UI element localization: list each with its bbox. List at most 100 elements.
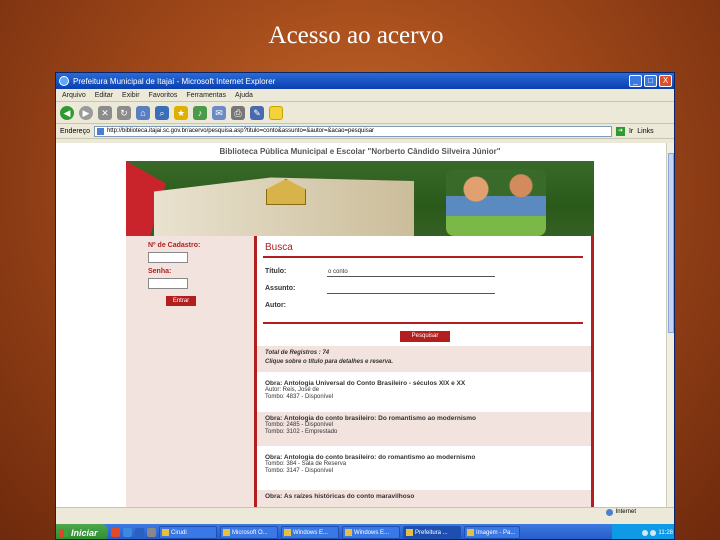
search-button[interactable]: Pesquisar [400,331,450,342]
result-item: Obra: Antologia do conto brasileiro: Do … [257,412,591,446]
menu-arquivo[interactable]: Arquivo [62,92,86,99]
address-bar: Endereço http://biblioteca.itajai.sc.gov… [56,124,674,139]
browser-window: Prefeitura Municipal de Itajaí - Microso… [55,72,675,540]
edit-icon[interactable]: ✎ [250,105,264,120]
paint-icon [467,529,474,536]
login-sidebar: Nº de Cadastro: Senha: Entrar [126,236,246,507]
task-label: Microsoft O... [232,529,268,536]
title-bar[interactable]: Prefeitura Municipal de Itajaí - Microso… [56,73,674,89]
task-label: Imagem - Pa... [476,529,516,536]
library-site: Biblioteca Pública Municipal e Escolar "… [126,143,594,507]
quicklaunch-media-icon[interactable] [135,528,144,537]
menu-favoritos[interactable]: Favoritos [149,92,178,99]
tray-network-icon[interactable] [642,529,649,536]
task-button[interactable]: Windows E... [281,526,339,539]
cadastro-label: Nº de Cadastro: [148,242,201,249]
folder-icon [162,529,169,536]
senha-input[interactable] [148,278,188,289]
page-icon [96,127,104,135]
total-records: Total de Registros : 74 [265,350,330,356]
media-icon[interactable]: ♪ [193,105,207,120]
titulo-input[interactable]: o conto [327,268,495,277]
result-title[interactable]: Obra: Antologia do conto brasileiro: do … [265,454,583,461]
status-bar: Internet [56,507,674,516]
quicklaunch-desktop-icon[interactable] [147,528,156,537]
task-button[interactable]: Microsoft O... [220,526,278,539]
quicklaunch-ie-icon[interactable] [123,528,132,537]
system-tray: 11:28 [612,524,674,539]
result-title[interactable]: Obra: Antologia Universal do Conto Brasi… [265,380,583,387]
app-icon [223,529,230,536]
stop-icon[interactable]: ✕ [98,105,112,120]
ie-icon [59,76,69,86]
result-title[interactable]: Obra: As raízes históricas do conto mara… [265,493,583,500]
quicklaunch-outlook-icon[interactable] [111,528,120,537]
task-button[interactable]: Imagem - Pa... [464,526,520,539]
app-icon [284,529,291,536]
results-summary: Total de Registros : 74 Clique sobre o t… [257,346,591,372]
app-icon [345,529,352,536]
divider [263,256,583,258]
menu-bar: Arquivo Editar Exibir Favoritos Ferramen… [56,89,674,102]
senha-label: Senha: [148,268,172,275]
menu-ferramentas[interactable]: Ferramentas [186,92,226,99]
search-title: Busca [265,242,293,253]
window-title: Prefeitura Municipal de Itajaí - Microso… [73,76,276,86]
tray-volume-icon[interactable] [650,529,657,536]
site-header: Biblioteca Pública Municipal e Escolar "… [126,143,594,161]
result-item: Obra: Antologia do conto brasileiro: do … [257,451,591,478]
children-reading-image [446,169,546,236]
search-icon[interactable]: ⌕ [155,105,169,120]
go-icon[interactable]: ➜ [615,126,625,136]
taskbar: Iniciar Cirudi Microsoft O... Windows E.… [56,524,674,539]
menu-ajuda[interactable]: Ajuda [235,92,253,99]
task-button-active[interactable]: Prefeitura ... [403,526,461,539]
ie-icon [406,529,413,536]
links-label[interactable]: Links [637,128,653,135]
globe-icon [605,508,613,516]
address-field[interactable]: http://biblioteca.itajai.sc.gov.br/acerv… [93,125,612,137]
print-icon[interactable]: ⎙ [231,105,245,120]
menu-exibir[interactable]: Exibir [122,92,140,99]
cadastro-input[interactable] [148,252,188,263]
maximize-button[interactable]: □ [644,75,657,87]
task-button[interactable]: Windows E... [342,526,400,539]
task-label: Windows E... [293,529,329,536]
close-button[interactable]: X [659,75,672,87]
result-title[interactable]: Obra: Antologia do conto brasileiro: Do … [265,415,583,422]
assunto-input[interactable] [327,285,495,294]
menu-editar[interactable]: Editar [95,92,113,99]
address-label: Endereço [60,127,90,135]
task-label: Windows E... [354,529,390,536]
banner-image [126,161,594,236]
refresh-icon[interactable]: ↻ [117,105,131,120]
start-label: Iniciar [71,527,98,538]
status-zone: Internet [615,509,636,515]
divider [263,322,583,324]
vertical-scrollbar[interactable] [666,143,674,507]
result-detail: Tombo: 4837 - Disponível [265,394,334,400]
result-detail: Autor: Reis, José de [265,387,320,393]
scrollbar-thumb[interactable] [668,153,674,333]
minimize-button[interactable]: _ [629,75,642,87]
result-item: Obra: Antologia Universal do Conto Brasi… [257,377,591,404]
forward-icon[interactable]: ▶ [79,105,93,120]
favorites-icon[interactable]: ★ [174,105,188,120]
back-icon[interactable]: ◀ [60,105,74,120]
task-label: Prefeitura ... [415,529,448,536]
result-detail: Tombo: 3147 - Disponível [265,468,334,474]
messenger-icon[interactable] [269,105,283,120]
titulo-label: Título: [265,268,287,275]
slide-title: Acesso ao acervo [268,22,444,49]
result-detail: Tombo: 384 - Sala de Reserva [265,461,347,467]
home-icon[interactable]: ⌂ [136,105,150,120]
mail-icon[interactable]: ✉ [212,105,226,120]
task-label: Cirudi [171,529,187,536]
autor-label: Autor: [265,302,286,309]
result-item: Obra: As raízes históricas do conto mara… [257,490,591,507]
go-button[interactable]: Ir [629,128,633,135]
task-button[interactable]: Cirudi [159,526,217,539]
login-button[interactable]: Entrar [166,296,196,306]
start-button[interactable]: Iniciar [56,524,108,539]
assunto-label: Assunto: [265,285,296,292]
